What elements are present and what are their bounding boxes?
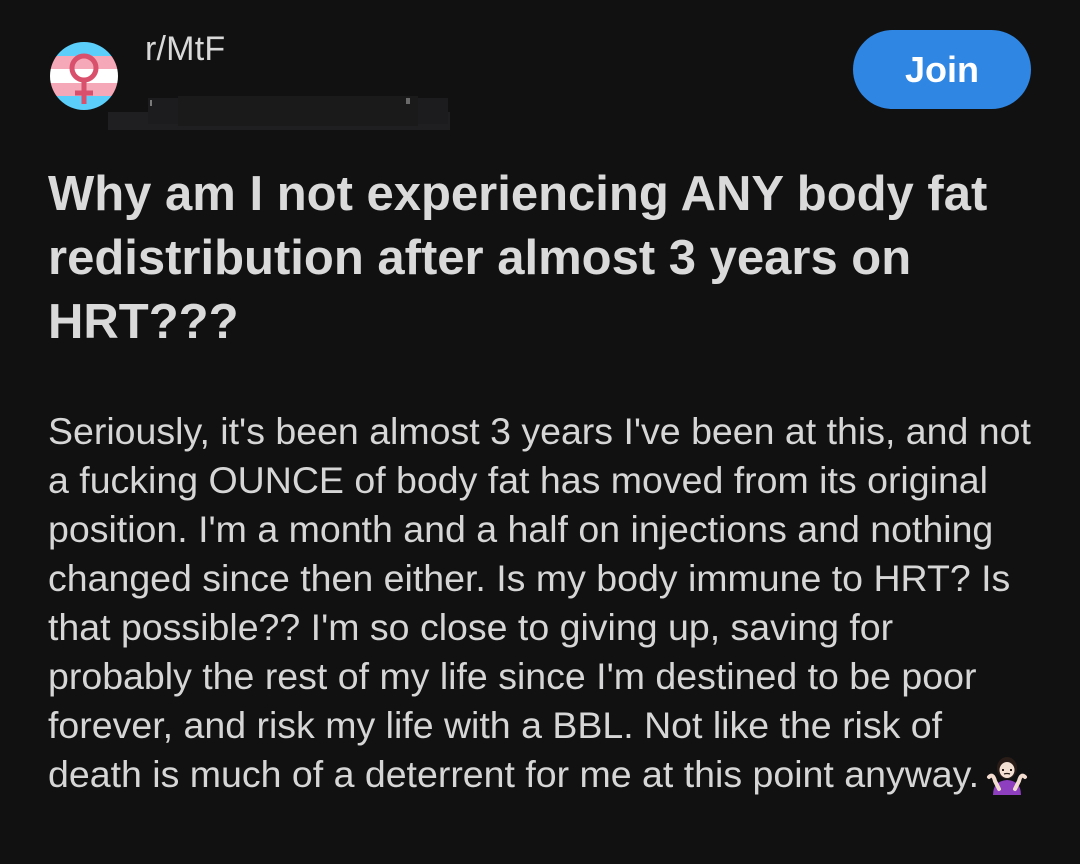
- post-body-text: Seriously, it's been almost 3 years I've…: [48, 410, 1031, 795]
- post-title[interactable]: Why am I not experiencing ANY body fat r…: [48, 162, 1038, 354]
- person-shrugging-emoji: [985, 755, 1029, 807]
- join-button[interactable]: Join: [853, 30, 1031, 109]
- post-view: r/MtF Join Why am I not experiencing ANY…: [0, 0, 1080, 864]
- post-body: Seriously, it's been almost 3 years I've…: [48, 407, 1038, 807]
- redacted-author-meta: [108, 96, 450, 130]
- subreddit-name[interactable]: r/MtF: [145, 30, 225, 69]
